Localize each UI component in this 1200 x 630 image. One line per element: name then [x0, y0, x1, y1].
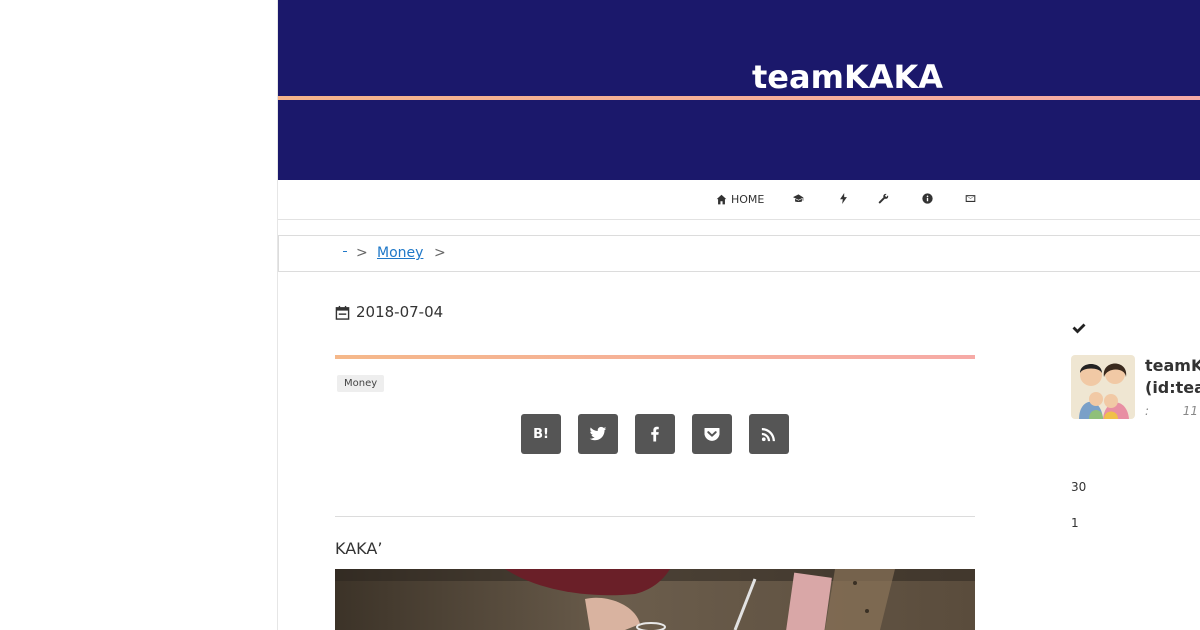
check-icon — [1072, 323, 1086, 334]
date-text: 2018-07-04 — [356, 303, 444, 321]
site-title[interactable]: teamKAKA — [752, 58, 943, 96]
nav-item-flash[interactable] — [838, 193, 849, 204]
hatena-bookmark-icon: B! — [533, 426, 549, 442]
profile-name[interactable]: teamK (id:tea — [1145, 355, 1200, 399]
profile-meta-right: 11 — [1182, 404, 1198, 418]
breadcrumb: > Money > — [278, 235, 1200, 272]
nav-home-label: HOME — [731, 193, 765, 206]
category-tag[interactable]: Money — [337, 375, 385, 392]
article-eyecatch-image — [335, 569, 975, 630]
site-header: teamKAKA — [278, 0, 1200, 180]
profile-meta-left: : — [1145, 404, 1150, 418]
profile-meta: : 11 — [1145, 404, 1198, 418]
graduation-cap-icon — [793, 194, 804, 203]
breadcrumb-separator: > — [434, 245, 446, 261]
breadcrumb-category-link[interactable]: Money — [377, 245, 423, 261]
envelope-icon — [965, 195, 976, 202]
hatena-share-button[interactable]: B! — [521, 414, 561, 454]
main-column: teamKAKA HOME > Money > 2018-07-04 Money… — [278, 0, 1200, 630]
nav-item-tools[interactable] — [878, 193, 889, 204]
pocket-icon — [704, 428, 720, 441]
article-date: 2018-07-04 — [335, 303, 443, 321]
rss-icon — [761, 428, 775, 442]
content-divider — [335, 516, 975, 517]
left-blank-area — [0, 0, 278, 630]
profile-avatar[interactable] — [1071, 355, 1135, 419]
nav-item-contact[interactable] — [965, 193, 976, 204]
info-icon — [922, 193, 933, 204]
facebook-icon — [651, 426, 659, 442]
profile-name-line1: teamK — [1145, 356, 1200, 375]
bolt-icon — [840, 193, 847, 204]
breadcrumb-separator: > — [356, 245, 368, 261]
global-nav: HOME — [278, 180, 1200, 220]
calendar-icon — [335, 305, 350, 320]
sidebar-count-readers: 30 — [1071, 480, 1087, 494]
header-accent-line — [278, 96, 1200, 100]
title-accent-line — [335, 355, 975, 359]
nav-item-home[interactable]: HOME — [716, 193, 764, 206]
home-icon — [716, 194, 727, 205]
facebook-share-button[interactable] — [635, 414, 675, 454]
rss-feed-button[interactable] — [749, 414, 789, 454]
sidebar-count-secondary: 1 — [1071, 516, 1079, 530]
profile-id-line: (id:tea — [1145, 378, 1200, 397]
wrench-icon — [878, 193, 889, 204]
breadcrumb-home-link[interactable] — [343, 249, 347, 252]
twitter-icon — [589, 426, 607, 441]
nav-item-info[interactable] — [922, 193, 933, 204]
pocket-share-button[interactable] — [692, 414, 732, 454]
twitter-share-button[interactable] — [578, 414, 618, 454]
article-intro-text: KAKA’ — [335, 539, 383, 558]
nav-item-education[interactable] — [793, 193, 804, 204]
